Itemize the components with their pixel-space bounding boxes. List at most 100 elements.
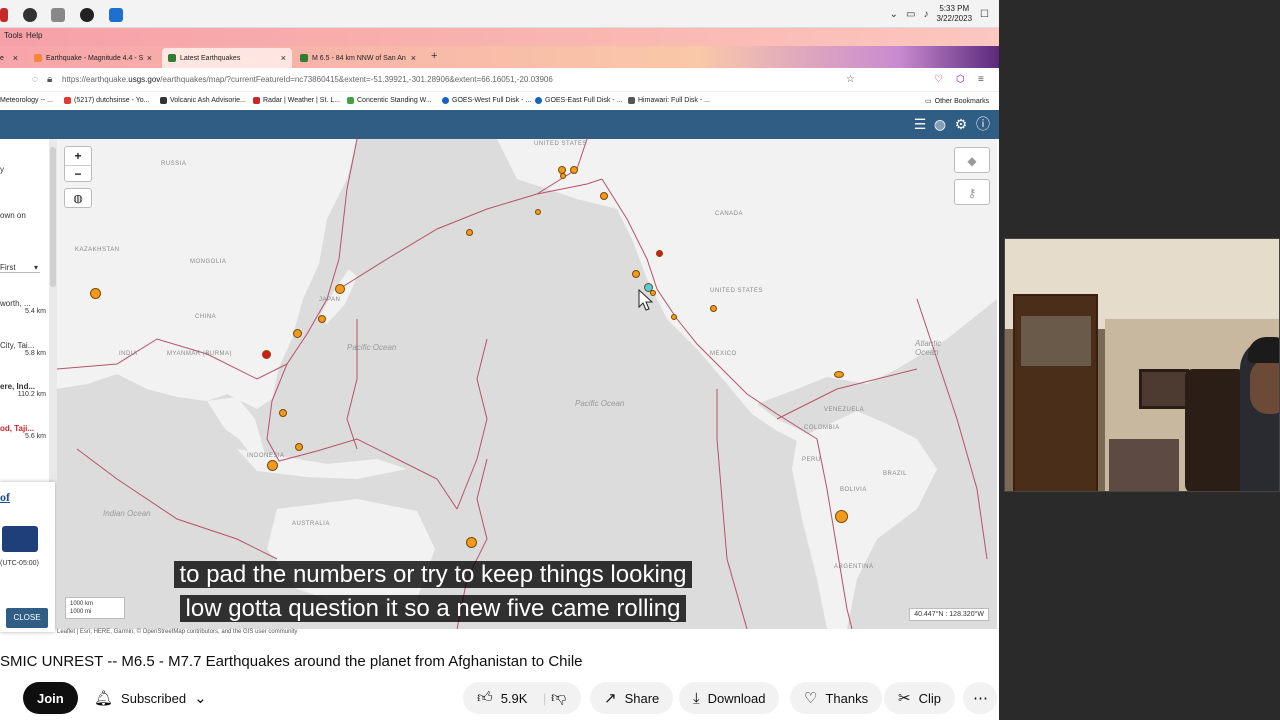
tab-m6-5[interactable]: M 6.5 - 84 km NNW of San An ×: [294, 48, 422, 68]
share-button[interactable]: ↗ Share: [590, 682, 674, 714]
notification-icon[interactable]: ☐: [980, 9, 989, 20]
app-icon-wifi[interactable]: [51, 8, 65, 22]
globe-icon[interactable]: ◍: [932, 116, 948, 132]
quake-marker-red[interactable]: [262, 350, 271, 359]
bookmark-other[interactable]: ▭ Other Bookmarks: [925, 97, 989, 106]
label-myanmar: MYANMAR (BURMA): [167, 351, 233, 357]
app-icon-video[interactable]: [109, 8, 123, 22]
bookmark-meteorology[interactable]: Meteorology -- ...: [0, 97, 53, 104]
label-china: CHINA: [195, 314, 217, 320]
youtube-icon: [64, 97, 71, 104]
list-item[interactable]: City, Tai... 5.8 km: [0, 341, 46, 357]
quake-marker[interactable]: [267, 460, 278, 471]
earthquake-map[interactable]: RUSSIA KAZAKHSTAN MONGOLIA CHINA INDIA M…: [57, 139, 997, 629]
quake-marker[interactable]: [466, 229, 473, 236]
close-icon[interactable]: ×: [147, 53, 152, 63]
quake-marker[interactable]: [293, 329, 302, 338]
bookmark-radar[interactable]: Radar | Weather | St. L...: [253, 97, 340, 104]
quake-marker-red[interactable]: [656, 250, 663, 257]
bookmark-dutchsinse[interactable]: (5217) dutchsinse - Yo...: [64, 97, 150, 104]
quake-marker[interactable]: [335, 284, 345, 294]
label-argentina: ARGENTINA: [834, 564, 874, 570]
scroll-thumb[interactable]: [50, 147, 56, 287]
quake-marker[interactable]: [560, 173, 566, 179]
help-icon[interactable]: ⓘ: [975, 116, 991, 132]
monitor-icon[interactable]: ▭: [906, 9, 915, 20]
quake-marker[interactable]: [570, 166, 578, 174]
close-icon[interactable]: ×: [411, 53, 416, 63]
quake-marker[interactable]: [318, 315, 326, 323]
bookmark-concentic[interactable]: Concentic Standing W...: [347, 97, 432, 104]
chevron-up-icon[interactable]: ⌄: [890, 9, 898, 20]
tab-label: Earthquake - Magnitude 4.4 - S: [46, 54, 144, 62]
list-item[interactable]: od, Taji... 5.6 km: [0, 424, 46, 440]
list-icon[interactable]: ☰: [912, 116, 928, 132]
bookmark-goes-east[interactable]: GOES-East Full Disk - ...: [535, 97, 622, 104]
quake-marker[interactable]: [710, 305, 717, 312]
zoom-out-button[interactable]: −: [65, 165, 91, 183]
tab-0[interactable]: e ×: [0, 48, 24, 68]
quake-marker[interactable]: [279, 409, 287, 417]
card-link[interactable]: of: [0, 490, 10, 505]
key-icon: ⚷: [967, 186, 977, 200]
lock-icon[interactable]: 🔒︎: [47, 74, 52, 85]
download-button[interactable]: ⤓ Download: [679, 682, 780, 714]
thumbs-down-icon[interactable]: 👎︎: [551, 689, 566, 707]
quake-marker[interactable]: [466, 537, 477, 548]
quake-marker[interactable]: [632, 270, 640, 278]
clip-button[interactable]: ✂ Clip: [884, 682, 955, 714]
quake-marker[interactable]: [90, 288, 101, 299]
menu-tools[interactable]: Tools: [4, 31, 23, 40]
legend-button[interactable]: ⚷: [954, 179, 990, 205]
new-tab-icon[interactable]: +: [431, 50, 437, 62]
app-icon-dark[interactable]: [80, 8, 94, 22]
subscribed-button[interactable]: 🔔︎ Subscribed ⌄: [80, 682, 221, 714]
folder-icon: ▭: [925, 98, 932, 105]
pocket-icon[interactable]: ♡: [934, 74, 943, 85]
quake-marker[interactable]: [671, 314, 677, 320]
sort-select[interactable]: First ▾: [0, 263, 40, 273]
bookmark-volcanic-ash[interactable]: Volcanic Ash Advisorie...: [160, 97, 246, 104]
close-button[interactable]: CLOSE: [6, 608, 48, 628]
bookmark-goes-west[interactable]: GOES-West Full Disk - ...: [442, 97, 531, 104]
clock[interactable]: 5:33 PM 3/22/2023: [936, 4, 972, 24]
close-icon[interactable]: ×: [281, 53, 286, 63]
gear-icon[interactable]: ⚙: [953, 116, 969, 132]
join-button[interactable]: Join: [23, 682, 78, 714]
volcano-icon: [160, 97, 167, 104]
bookmark-star-icon[interactable]: ☆: [846, 74, 855, 85]
more-button[interactable]: ⋯: [963, 682, 997, 714]
tab-latest-earthquakes[interactable]: Latest Earthquakes ×: [162, 48, 292, 68]
zoom-in-button[interactable]: +: [65, 147, 91, 165]
map-attribution[interactable]: Leaflet | Esri, HERE, Garmin, © OpenStre…: [57, 629, 297, 635]
like-button[interactable]: 👍︎ 5.9K | 👎︎: [463, 682, 581, 714]
thanks-button[interactable]: ♡ Thanks: [790, 682, 883, 714]
webcam-shelf: [1013, 294, 1098, 491]
shield-icon[interactable]: ◌: [32, 74, 38, 85]
menu-help[interactable]: Help: [26, 31, 42, 40]
app-icon-record[interactable]: [23, 8, 37, 22]
extensions-icon[interactable]: ⬡: [956, 74, 965, 85]
menu-icon[interactable]: ≡: [978, 74, 984, 85]
label-mexico: MEXICO: [710, 351, 737, 357]
volume-icon[interactable]: ♪: [923, 9, 928, 20]
bookmark-himawari[interactable]: Himawari: Full Disk - ...: [628, 97, 710, 104]
layers-button[interactable]: ◆: [954, 147, 990, 173]
list-item[interactable]: ere, Ind... 110.2 km: [0, 382, 46, 398]
url-text[interactable]: https://earthquake.usgs.gov/earthquakes/…: [62, 75, 553, 84]
quake-marker[interactable]: [535, 209, 541, 215]
quake-marker[interactable]: [600, 192, 608, 200]
quake-marker[interactable]: [834, 371, 844, 378]
thumbs-up-icon: 👍︎: [477, 689, 493, 706]
close-icon[interactable]: ×: [13, 53, 18, 63]
download-label: Download: [707, 690, 766, 706]
list-item[interactable]: worth, ... 5.4 km: [0, 299, 46, 315]
tab-earthquake-4-4[interactable]: Earthquake - Magnitude 4.4 - S ×: [28, 48, 158, 68]
quake-marker[interactable]: [835, 510, 848, 523]
quake-marker[interactable]: [295, 443, 303, 451]
world-view-button[interactable]: ◍: [64, 188, 92, 208]
landmass-eurasia: [57, 139, 357, 409]
like-count: 5.9K: [500, 690, 528, 706]
label-united-states: UNITED STATES: [710, 288, 763, 294]
app-icon-red[interactable]: [0, 8, 8, 22]
